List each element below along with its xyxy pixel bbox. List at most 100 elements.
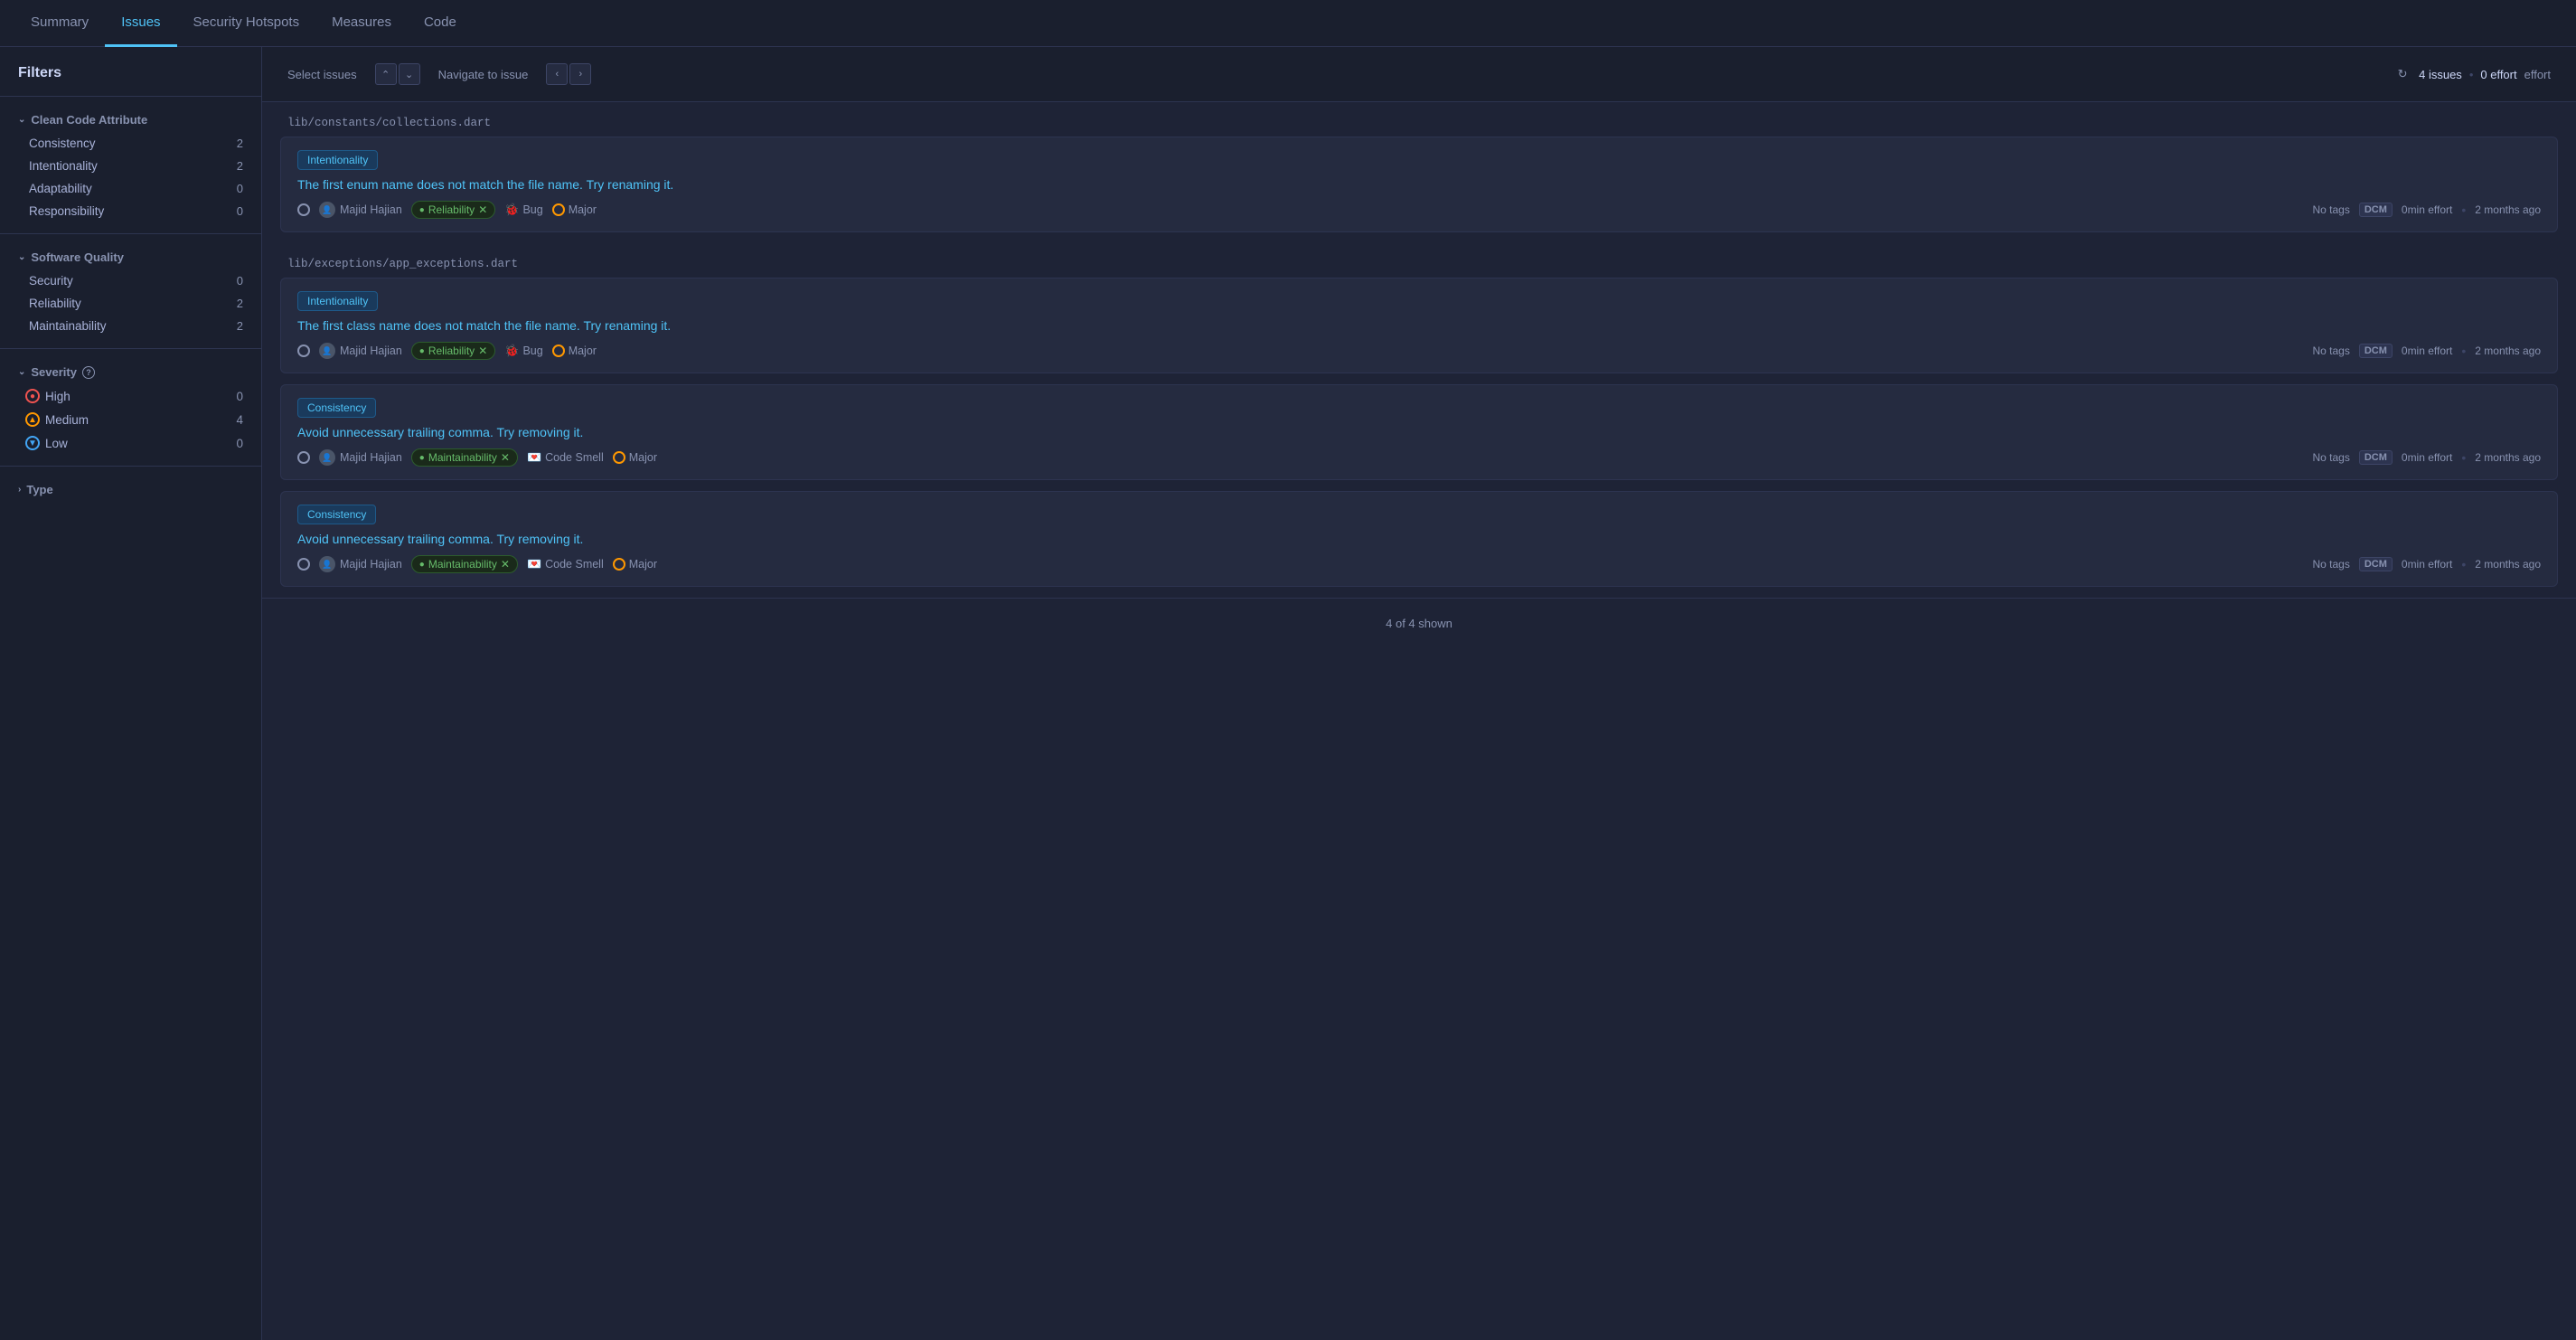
issue-type-2: 🐞 Bug — [504, 344, 542, 358]
dcm-badge-2: DCM — [2359, 344, 2393, 358]
effort-text-4: 0min effort — [2402, 558, 2452, 571]
filter-adaptability[interactable]: Adaptability 0 — [0, 177, 261, 200]
filters-title: Filters — [0, 65, 261, 96]
filter-adaptability-label: Adaptability — [29, 182, 92, 195]
effort-text-2: 0min effort — [2402, 344, 2452, 357]
severity-help-icon[interactable]: ? — [82, 366, 95, 379]
status-radio-4[interactable] — [297, 558, 310, 571]
severity-label: Severity — [31, 365, 77, 379]
filter-responsibility[interactable]: Responsibility 0 — [0, 200, 261, 222]
severity-high-count: 0 — [236, 390, 243, 403]
severity-high[interactable]: ● High 0 — [0, 384, 261, 408]
maintainability-badge-2[interactable]: ● Maintainability ✕ — [411, 555, 518, 573]
issue-title-1[interactable]: The first enum name does not match the f… — [297, 177, 2541, 192]
file-path-1: lib/constants/collections.dart — [262, 102, 2576, 137]
effort-label: effort — [2524, 68, 2551, 81]
badge-maintainability-label-1: Maintainability — [428, 451, 497, 464]
issue-type-1: 🐞 Bug — [504, 203, 542, 217]
filter-reliability[interactable]: Reliability 2 — [0, 292, 261, 315]
badge-maintainability-label-2: Maintainability — [428, 558, 497, 571]
no-tags-1: No tags — [2312, 203, 2349, 216]
filter-section-severity-header[interactable]: ⌄ Severity ? — [0, 360, 261, 384]
severity-high-label: High — [45, 390, 71, 403]
maintainability-badge-1[interactable]: ● Maintainability ✕ — [411, 448, 518, 467]
navigate-nav-buttons: ‹ › — [546, 63, 591, 85]
badge-reliability-label-2: Reliability — [428, 344, 475, 357]
issue-severity-label-2: Major — [569, 344, 597, 357]
issue-severity-2: Major — [552, 344, 597, 357]
issue-severity-1: Major — [552, 203, 597, 216]
issue-severity-label-1: Major — [569, 203, 597, 216]
issue-card-3[interactable]: Consistency Avoid unnecessary trailing c… — [280, 384, 2558, 480]
issue-title-2[interactable]: The first class name does not match the … — [297, 318, 2541, 333]
severity-low-label: Low — [45, 437, 68, 450]
status-radio-3[interactable] — [297, 451, 310, 464]
filter-maintainability[interactable]: Maintainability 2 — [0, 315, 261, 337]
badge-reliability-icon-2: ● — [419, 346, 425, 356]
user-avatar-2: 👤 — [319, 343, 335, 359]
user-avatar-4: 👤 — [319, 556, 335, 572]
dcm-badge-3: DCM — [2359, 450, 2393, 465]
user-meta-1: 👤 Majid Hajian — [319, 202, 402, 218]
nav-code[interactable]: Code — [408, 0, 473, 47]
user-meta-3: 👤 Majid Hajian — [319, 449, 402, 466]
issue-type-label-2: Bug — [522, 344, 542, 357]
select-prev-button[interactable]: ⌃ — [375, 63, 397, 85]
filter-section-clean-code-header[interactable]: ⌄ Clean Code Attribute — [0, 108, 261, 132]
filter-security[interactable]: Security 0 — [0, 269, 261, 292]
user-name-4: Majid Hajian — [340, 558, 402, 571]
time-text-1: 2 months ago — [2475, 203, 2541, 216]
user-avatar-1: 👤 — [319, 202, 335, 218]
nav-measures[interactable]: Measures — [315, 0, 408, 47]
severity-medium[interactable]: ▲ Medium 4 — [0, 408, 261, 431]
issue-card-2[interactable]: Intentionality The first class name does… — [280, 278, 2558, 373]
user-name-3: Majid Hajian — [340, 451, 402, 464]
time-text-3: 2 months ago — [2475, 451, 2541, 464]
issue-card-1[interactable]: Intentionality The first enum name does … — [280, 137, 2558, 232]
issue-title-3[interactable]: Avoid unnecessary trailing comma. Try re… — [297, 425, 2541, 439]
nav-security-hotspots[interactable]: Security Hotspots — [177, 0, 316, 47]
navigate-prev-button[interactable]: ‹ — [546, 63, 568, 85]
nav-summary[interactable]: Summary — [14, 0, 105, 47]
reliability-badge-2[interactable]: ● Reliability ✕ — [411, 342, 495, 360]
clean-code-label: Clean Code Attribute — [31, 113, 147, 127]
issue-group-3: Consistency Avoid unnecessary trailing c… — [262, 384, 2576, 587]
medium-severity-icon: ▲ — [25, 412, 40, 427]
main-layout: Filters ⌄ Clean Code Attribute Consisten… — [0, 47, 2576, 1340]
content-area: Select issues ⌃ ⌄ Navigate to issue ‹ › … — [262, 47, 2576, 1340]
badge-maintainability-icon-1: ● — [419, 453, 425, 463]
chevron-right-icon: › — [18, 485, 21, 495]
severity-medium-count: 4 — [236, 413, 243, 427]
dcm-badge-4: DCM — [2359, 557, 2393, 571]
status-radio-2[interactable] — [297, 344, 310, 357]
bug-icon-1: 🐞 — [504, 203, 519, 217]
filter-section-type: › Type — [0, 466, 261, 513]
filter-intentionality-label: Intentionality — [29, 159, 98, 173]
time-text-4: 2 months ago — [2475, 558, 2541, 571]
filter-intentionality[interactable]: Intentionality 2 — [0, 155, 261, 177]
filter-maintainability-label: Maintainability — [29, 319, 107, 333]
refresh-icon[interactable]: ↻ — [2393, 65, 2411, 83]
issue-tag-consistency-1: Consistency — [297, 398, 376, 418]
navigate-next-button[interactable]: › — [569, 63, 591, 85]
issue-type-label-1: Bug — [522, 203, 542, 216]
nav-issues[interactable]: Issues — [105, 0, 176, 47]
issue-title-4[interactable]: Avoid unnecessary trailing comma. Try re… — [297, 532, 2541, 546]
filter-maintainability-count: 2 — [237, 319, 243, 333]
reliability-badge-1[interactable]: ● Reliability ✕ — [411, 201, 495, 219]
severity-low[interactable]: ▼ Low 0 — [0, 431, 261, 455]
issue-type-3: 💌 Code Smell — [527, 450, 604, 465]
filter-intentionality-count: 2 — [237, 159, 243, 173]
select-next-button[interactable]: ⌄ — [399, 63, 420, 85]
issue-severity-3: Major — [613, 451, 657, 464]
status-radio-1[interactable] — [297, 203, 310, 216]
issue-card-4[interactable]: Consistency Avoid unnecessary trailing c… — [280, 491, 2558, 587]
issue-right-3: No tags DCM 0min effort • 2 months ago — [2312, 450, 2541, 465]
issue-meta-2: 👤 Majid Hajian ● Reliability ✕ 🐞 Bug — [297, 342, 2541, 360]
toolbar: Select issues ⌃ ⌄ Navigate to issue ‹ › … — [262, 47, 2576, 102]
time-text-2: 2 months ago — [2475, 344, 2541, 357]
issues-count: 4 issues — [2419, 68, 2462, 81]
filter-section-type-header[interactable]: › Type — [0, 477, 261, 502]
filter-consistency[interactable]: Consistency 2 — [0, 132, 261, 155]
filter-section-software-quality-header[interactable]: ⌄ Software Quality — [0, 245, 261, 269]
